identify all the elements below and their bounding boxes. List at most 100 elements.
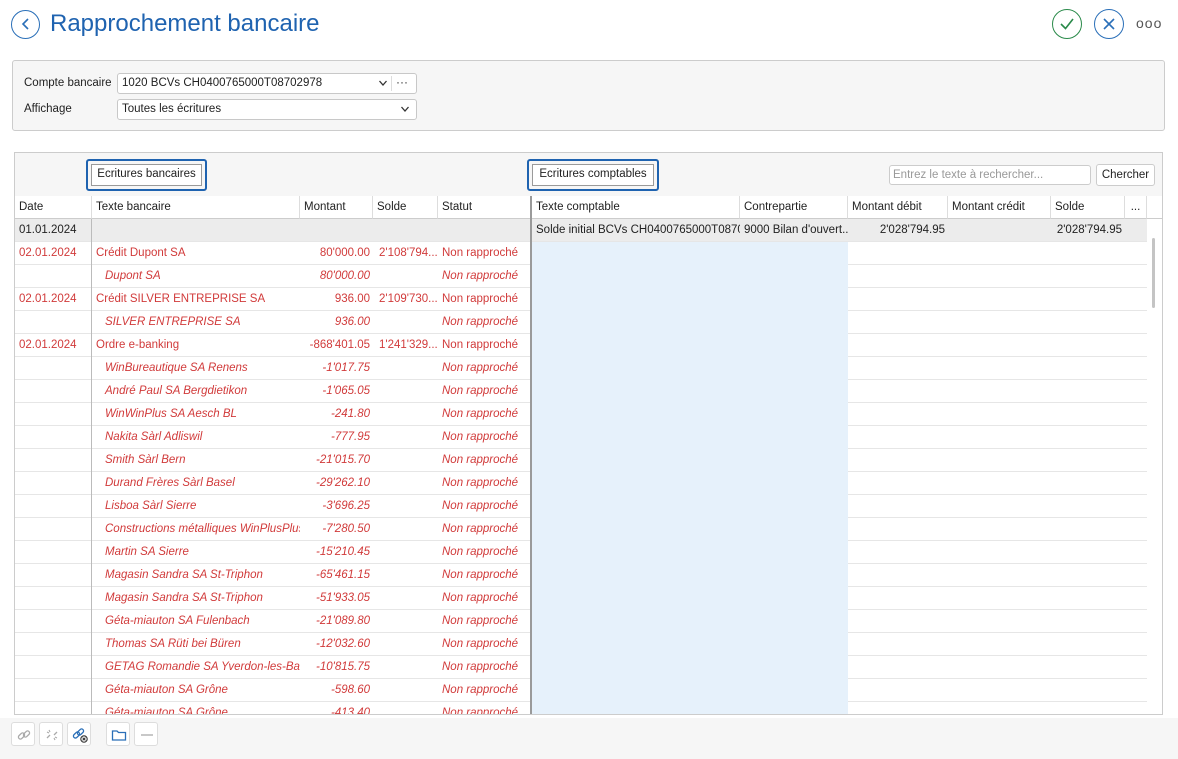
table-row[interactable]: 02.01.2024 Crédit SILVER ENTREPRISE SA 936… (15, 288, 1147, 311)
table-row[interactable]: Thomas SA Rüti bei Büren -12'032.60 Non ra… (15, 633, 1147, 656)
cell-bank-text: Nakita Sàrl Adliswil (105, 431, 203, 443)
open-folder-button[interactable] (106, 722, 130, 746)
cancel-button[interactable] (1094, 9, 1124, 39)
cell-status: Non rapproché (442, 316, 519, 328)
cell-status: Non rapproché (442, 247, 519, 259)
collapse-button[interactable] (134, 722, 158, 746)
search-input[interactable] (889, 165, 1091, 185)
cell-date (15, 449, 92, 472)
cell-date (15, 518, 92, 541)
table-row[interactable]: Géta-miauton SA Fulenbach -21'089.80 Non r… (15, 610, 1147, 633)
cell-balance (373, 495, 438, 518)
remove-link-button[interactable] (67, 722, 91, 746)
cell-bank-text: SILVER ENTREPRISE SA (105, 316, 241, 328)
table-row[interactable]: Magasin Sandra SA St-Triphon -51'933.05 No… (15, 587, 1147, 610)
account-select[interactable]: 1020 BCVs CH0400765000T08702978 ··· (117, 73, 417, 94)
table-row[interactable]: GETAG Romandie SA Yverdon-les-Bains -10'8… (15, 656, 1147, 679)
search-button[interactable]: Chercher (1096, 164, 1155, 186)
header-filler (1147, 196, 1162, 219)
cell-date (15, 633, 92, 656)
table-row[interactable]: Nakita Sàrl Adliswil -777.95 Non rapproché (15, 426, 1147, 449)
cell-date (15, 426, 92, 449)
cell-bank-text: WinBureautique SA Renens (105, 362, 248, 374)
col-header-more[interactable]: ... (1125, 196, 1147, 219)
cell-balance (373, 679, 438, 702)
display-select[interactable]: Toutes les écritures (117, 99, 417, 120)
back-button[interactable] (11, 10, 40, 39)
table-row[interactable]: Dupont SA 80'000.00 Non rapproché (15, 265, 1147, 288)
table-row[interactable]: Géta-miauton SA Grône -413.40 Non rapproch… (15, 702, 1147, 715)
more-options-button[interactable]: ooo (1136, 15, 1164, 31)
cell-balance (373, 541, 438, 564)
table-row[interactable]: Martin SA Sierre -15'210.45 Non rapproché (15, 541, 1147, 564)
cell-amount: -241.80 (330, 408, 370, 420)
accounting-entries-button[interactable]: Ecritures comptables (527, 159, 659, 191)
cell-balance (373, 265, 438, 288)
table-row[interactable]: Durand Frères Sàrl Basel -29'262.10 Non ra… (15, 472, 1147, 495)
display-label: Affichage (24, 103, 72, 115)
table-row[interactable]: Magasin Sandra SA St-Triphon -65'461.15 No… (15, 564, 1147, 587)
cell-debit: 2'028'794.95 (879, 224, 945, 236)
cell-date (15, 403, 92, 426)
initial-balance-row[interactable]: 01.01.2024 Solde initial BCVs CH040076500… (15, 219, 1147, 242)
cell-bank-text: GETAG Romandie SA Yverdon-les-Bains (105, 661, 300, 673)
table-row[interactable]: André Paul SA Bergdietikon -1'065.05 Non r… (15, 380, 1147, 403)
col-header-balance[interactable]: Solde (373, 196, 438, 219)
cell-balance (373, 311, 438, 334)
col-header-contra[interactable]: Contrepartie (740, 196, 848, 219)
cell-status: Non rapproché (442, 477, 519, 489)
cell-amount: 80'000.00 (319, 270, 370, 282)
table-row[interactable]: Lisboa Sàrl Sierre -3'696.25 Non rapproché (15, 495, 1147, 518)
cell-amount: -413.40 (330, 707, 370, 715)
table-row[interactable]: SILVER ENTREPRISE SA 936.00 Non rapproché (15, 311, 1147, 334)
cell-date (15, 265, 92, 288)
cell-bank-text: Lisboa Sàrl Sierre (105, 500, 197, 512)
cell-bank-text: Magasin Sandra SA St-Triphon (105, 569, 263, 581)
selected-cell-fill (531, 449, 848, 472)
cell-bank-text: Smith Sàrl Bern (105, 454, 186, 466)
selected-cell-fill (531, 587, 848, 610)
cell-amount: -777.95 (330, 431, 370, 443)
table-row[interactable]: WinBureautique SA Renens -1'017.75 Non rap… (15, 357, 1147, 380)
col-header-status[interactable]: Statut (438, 196, 531, 219)
col-header-credit[interactable]: Montant crédit (948, 196, 1051, 219)
cell-amount: -15'210.45 (316, 546, 370, 558)
table-row[interactable]: WinWinPlus SA Aesch BL -241.80 Non rapproc… (15, 403, 1147, 426)
cell-date: 02.01.2024 (19, 247, 77, 259)
cell-date (15, 564, 92, 587)
table-row[interactable]: Smith Sàrl Bern -21'015.70 Non rapproché (15, 449, 1147, 472)
col-header-date[interactable]: Date (15, 196, 92, 219)
col-header-amount[interactable]: Montant (300, 196, 373, 219)
table-row[interactable]: Géta-miauton SA Grône -598.60 Non rapproch… (15, 679, 1147, 702)
account-more-button[interactable]: ··· (396, 75, 412, 89)
col-header-acc-text[interactable]: Texte comptable (532, 196, 740, 219)
col-header-debit[interactable]: Montant débit (848, 196, 948, 219)
cell-status: Non rapproché (442, 500, 519, 512)
col-header-bank-text[interactable]: Texte bancaire (92, 196, 300, 219)
selected-cell-fill (531, 495, 848, 518)
account-label: Compte bancaire (24, 77, 112, 89)
selected-cell-fill (531, 702, 848, 714)
table-row[interactable]: 02.01.2024 Ordre e-banking -868'401.05 1'24… (15, 334, 1147, 357)
cell-status: Non rapproché (442, 385, 519, 397)
cell-balance (373, 403, 438, 426)
table-row[interactable]: Constructions métalliques WinPlusPlus -7'… (15, 518, 1147, 541)
link-button[interactable] (11, 722, 35, 746)
col-header-acc-balance[interactable]: Solde (1051, 196, 1125, 219)
divider (391, 76, 392, 91)
bank-entries-button[interactable]: Ecritures bancaires (86, 159, 207, 191)
cell-date (15, 702, 92, 714)
vertical-scrollbar[interactable] (1152, 238, 1155, 308)
chevron-left-icon (21, 18, 29, 30)
selected-cell-fill (531, 472, 848, 495)
chevron-down-icon[interactable] (400, 104, 410, 114)
table-row[interactable]: 02.01.2024 Crédit Dupont SA 80'000.00 2'108… (15, 242, 1147, 265)
cell-amount: 80'000.00 (319, 247, 370, 259)
cell-bank-text: Géta-miauton SA Grône (105, 684, 228, 696)
chevron-down-icon[interactable] (378, 78, 388, 88)
unlink-button[interactable] (39, 722, 63, 746)
confirm-button[interactable] (1052, 9, 1082, 39)
cell-date (15, 610, 92, 633)
link-remove-icon (72, 728, 88, 743)
panel-divider[interactable] (530, 196, 532, 714)
